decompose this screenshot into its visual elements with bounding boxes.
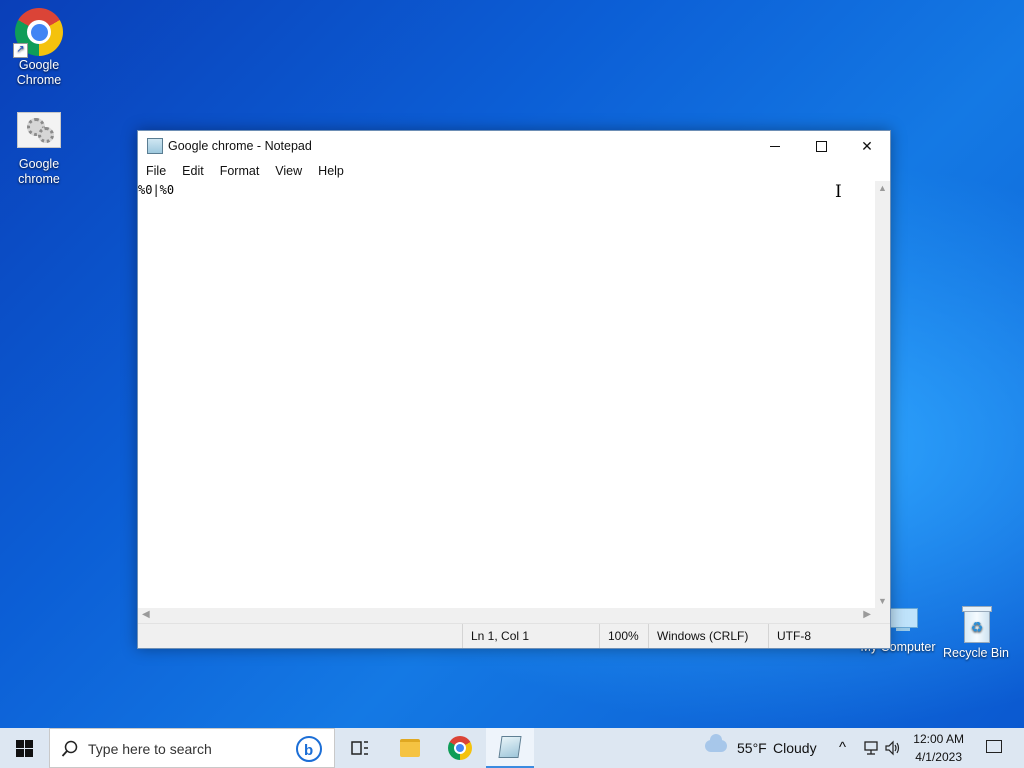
minimize-button[interactable]: [752, 131, 798, 161]
desktop-icon-label: Google chrome: [18, 157, 60, 186]
clock-date: 4/1/2023: [915, 750, 962, 764]
desktop-icon-google-chrome-setup[interactable]: Google chrome: [2, 112, 76, 187]
menu-edit[interactable]: Edit: [174, 161, 212, 181]
taskbar-search-box[interactable]: Type here to search b: [49, 728, 335, 768]
minimize-icon: [770, 145, 780, 147]
scroll-down-icon[interactable]: ▼: [875, 596, 890, 606]
scroll-left-icon[interactable]: ◀: [142, 609, 150, 620]
task-view-button[interactable]: [336, 728, 384, 768]
resize-grip[interactable]: [875, 608, 890, 624]
taskbar-notepad[interactable]: [486, 728, 534, 768]
network-icon[interactable]: [862, 740, 880, 756]
desktop-icon-label: Recycle Bin: [943, 646, 1009, 660]
notepad-window: Google chrome - Notepad ✕ File Edit Form…: [137, 130, 891, 649]
text-cursor-icon: I: [835, 182, 842, 202]
start-button[interactable]: [0, 728, 48, 768]
chrome-icon: ↗: [13, 8, 63, 58]
weather-condition: Cloudy: [773, 740, 817, 756]
menu-help[interactable]: Help: [310, 161, 352, 181]
maximize-button[interactable]: [798, 131, 844, 161]
scroll-up-icon[interactable]: ▲: [875, 183, 890, 193]
taskbar: Type here to search b 55°F Cloudy ^ 12:0…: [0, 728, 1024, 768]
window-title: Google chrome - Notepad: [168, 139, 312, 153]
status-position: Ln 1, Col 1: [462, 624, 599, 648]
scroll-right-icon[interactable]: ▶: [863, 609, 871, 620]
show-hidden-icons-chevron-icon[interactable]: ^: [839, 739, 846, 756]
cloud-icon: [705, 734, 727, 752]
menu-view[interactable]: View: [267, 161, 310, 181]
windows-logo-icon: [15, 739, 33, 757]
folder-icon: [400, 739, 420, 757]
vertical-scrollbar[interactable]: ▲ ▼: [875, 181, 890, 608]
status-line-endings: Windows (CRLF): [648, 624, 767, 648]
search-placeholder: Type here to search: [88, 741, 212, 757]
taskbar-clock[interactable]: 12:00 AM 4/1/2023: [913, 730, 964, 766]
title-bar[interactable]: Google chrome - Notepad ✕: [138, 131, 890, 161]
task-view-icon: [351, 741, 368, 755]
status-encoding: UTF-8: [768, 624, 877, 648]
shortcut-arrow-icon: ↗: [13, 43, 28, 58]
status-zoom: 100%: [599, 624, 648, 648]
taskbar-chrome[interactable]: [436, 728, 484, 768]
notification-center-icon[interactable]: [986, 740, 1002, 753]
weather-temp: 55°F: [737, 740, 767, 756]
menu-bar: File Edit Format View Help: [138, 161, 890, 181]
chrome-icon: [448, 736, 472, 760]
svg-text:b: b: [304, 742, 313, 759]
computer-icon: [888, 604, 920, 638]
bing-icon[interactable]: b: [296, 736, 322, 762]
volume-icon[interactable]: [884, 740, 902, 756]
taskbar-file-explorer[interactable]: [386, 728, 434, 768]
menu-format[interactable]: Format: [212, 161, 268, 181]
notepad-icon: [147, 138, 163, 154]
clock-time: 12:00 AM: [913, 732, 964, 746]
desktop-icon-google-chrome[interactable]: ↗ Google Chrome: [2, 8, 76, 88]
notepad-icon: [498, 736, 522, 758]
settings-file-icon: [17, 112, 61, 148]
status-bar: Ln 1, Col 1 100% Windows (CRLF) UTF-8: [138, 623, 890, 648]
search-icon: [61, 740, 78, 757]
close-button[interactable]: ✕: [844, 131, 890, 161]
horizontal-scrollbar[interactable]: ◀ ▶: [138, 608, 875, 624]
desktop-icon-recycle-bin[interactable]: ♻ Recycle Bin: [938, 604, 1014, 661]
menu-file[interactable]: File: [138, 161, 174, 181]
maximize-icon: [815, 140, 827, 152]
close-icon: ✕: [861, 137, 873, 154]
text-editor[interactable]: %0|%0: [138, 181, 875, 608]
recycle-bin-icon: ♻: [959, 604, 993, 644]
desktop-icon-label: Google Chrome: [16, 58, 62, 87]
editor-content: %0|%0: [138, 183, 175, 197]
